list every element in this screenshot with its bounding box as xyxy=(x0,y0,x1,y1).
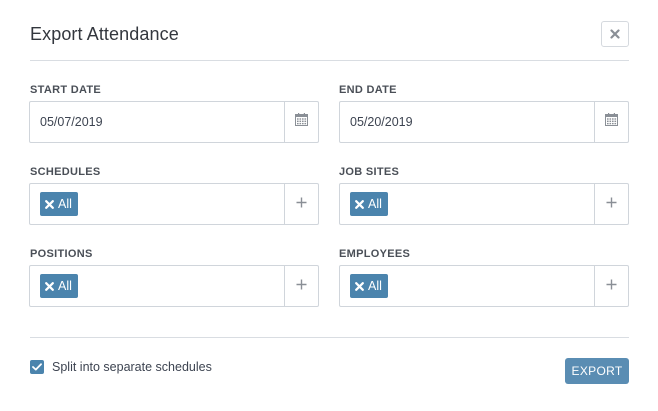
remove-tag-icon[interactable] xyxy=(45,199,54,209)
job-sites-add-button[interactable] xyxy=(594,184,628,224)
export-button[interactable]: EXPORT xyxy=(565,358,629,384)
employees-tag-label: All xyxy=(368,279,382,293)
schedules-field[interactable]: All xyxy=(29,183,319,225)
plus-icon xyxy=(606,277,617,295)
positions-add-button[interactable] xyxy=(284,266,318,306)
plus-icon xyxy=(606,195,617,213)
footer-divider xyxy=(30,337,629,338)
positions-tag-label: All xyxy=(58,279,72,293)
start-date-label: START DATE xyxy=(30,84,102,96)
remove-tag-icon[interactable] xyxy=(355,199,364,209)
export-attendance-dialog: Export Attendance START DATE 05/07/2019 xyxy=(0,0,658,411)
split-schedules-label[interactable]: Split into separate schedules xyxy=(52,360,212,374)
end-date-field[interactable]: 05/20/2019 xyxy=(339,101,629,143)
header-divider xyxy=(30,60,629,61)
plus-icon xyxy=(296,195,307,213)
employees-add-button[interactable] xyxy=(594,266,628,306)
employees-field[interactable]: All xyxy=(339,265,629,307)
close-button[interactable] xyxy=(601,21,629,47)
schedules-label: SCHEDULES xyxy=(30,166,101,178)
start-date-calendar-button[interactable] xyxy=(284,102,318,142)
positions-tag[interactable]: All xyxy=(40,274,78,298)
job-sites-tag-label: All xyxy=(368,197,382,211)
close-icon xyxy=(610,29,620,39)
schedules-tag-label: All xyxy=(58,197,72,211)
job-sites-label: JOB SITES xyxy=(339,166,400,178)
start-date-value[interactable]: 05/07/2019 xyxy=(40,115,103,129)
end-date-label: END DATE xyxy=(339,84,397,96)
job-sites-field[interactable]: All xyxy=(339,183,629,225)
end-date-value[interactable]: 05/20/2019 xyxy=(350,115,413,129)
plus-icon xyxy=(296,277,307,295)
positions-label: POSITIONS xyxy=(30,248,93,260)
calendar-icon xyxy=(295,113,308,131)
schedules-tag[interactable]: All xyxy=(40,192,78,216)
checkmark-icon xyxy=(32,358,42,376)
dialog-title: Export Attendance xyxy=(30,24,179,44)
calendar-icon xyxy=(605,113,618,131)
positions-field[interactable]: All xyxy=(29,265,319,307)
remove-tag-icon[interactable] xyxy=(45,281,54,291)
remove-tag-icon[interactable] xyxy=(355,281,364,291)
job-sites-tag[interactable]: All xyxy=(350,192,388,216)
employees-label: EMPLOYEES xyxy=(339,248,411,260)
schedules-add-button[interactable] xyxy=(284,184,318,224)
start-date-field[interactable]: 05/07/2019 xyxy=(29,101,319,143)
end-date-calendar-button[interactable] xyxy=(594,102,628,142)
split-schedules-checkbox[interactable] xyxy=(30,360,44,374)
employees-tag[interactable]: All xyxy=(350,274,388,298)
